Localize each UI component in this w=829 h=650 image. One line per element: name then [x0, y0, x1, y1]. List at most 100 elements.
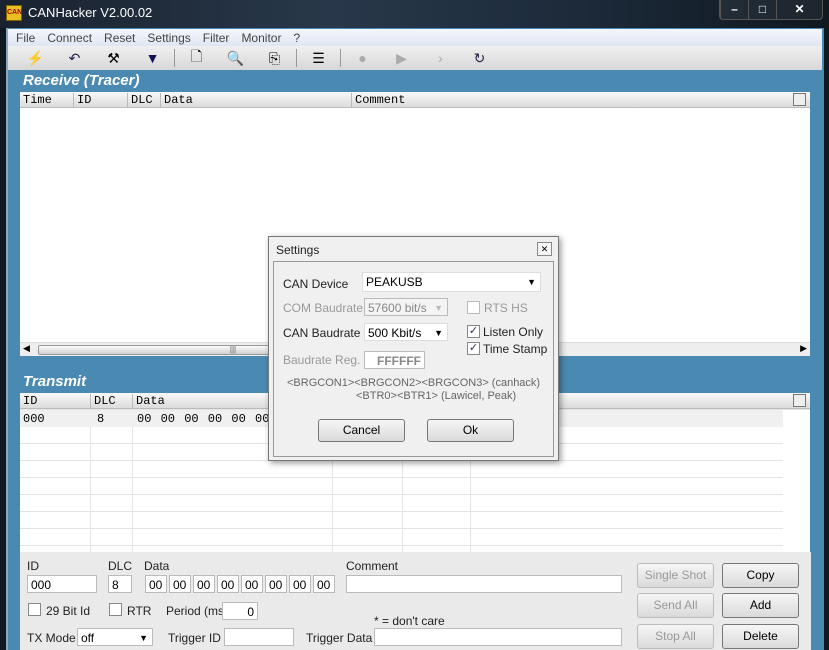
- maximize-icon[interactable]: □: [748, 0, 776, 19]
- col-dlc[interactable]: DLC: [127, 93, 153, 107]
- time-stamp-label: Time Stamp: [483, 342, 548, 356]
- tools-settings-icon[interactable]: ⚒: [94, 50, 133, 67]
- menu-settings[interactable]: Settings: [143, 29, 198, 46]
- baudrate-reg-label: Baudrate Reg.: [283, 353, 361, 367]
- can-device-value: PEAKUSB: [366, 275, 423, 289]
- transmit-title: Transmit: [23, 373, 87, 390]
- play-icon[interactable]: ›: [421, 50, 460, 66]
- txmode-label: TX Mode: [27, 631, 76, 645]
- toolbar-separator: [174, 49, 175, 67]
- can-baudrate-value: 500 Kbit/s: [368, 326, 422, 340]
- list-icon[interactable]: ☰: [299, 50, 338, 67]
- comment-input[interactable]: [346, 575, 622, 593]
- col-id[interactable]: ID: [73, 93, 91, 107]
- chevron-down-icon: ▼: [527, 277, 536, 287]
- copy-button[interactable]: Copy: [722, 563, 799, 588]
- col-id[interactable]: ID: [20, 394, 37, 408]
- trigger-id-label: Trigger ID: [168, 631, 221, 645]
- data-byte-input[interactable]: 00: [313, 575, 335, 593]
- dlc-label: DLC: [108, 559, 133, 573]
- settings-dialog: Settings ✕ CAN Device PEAKUSB ▼ COM Baudr…: [268, 236, 559, 461]
- txmode-value: off: [81, 631, 95, 645]
- 29bit-checkbox[interactable]: [28, 603, 41, 616]
- time-stamp-checkbox[interactable]: ✓: [467, 342, 480, 355]
- col-dlc[interactable]: DLC: [90, 394, 116, 408]
- toolbar: ⚡ ↶ ⚒ ▼ 🗋 🔍 ⎘ ☰ ● ▶ › ↻: [8, 46, 822, 70]
- data-label: Data: [144, 559, 170, 573]
- minimize-icon[interactable]: –: [720, 0, 748, 19]
- menu-monitor[interactable]: Monitor: [237, 29, 289, 46]
- chevron-down-icon: ▼: [139, 633, 148, 643]
- period-input[interactable]: 0: [222, 602, 258, 620]
- data-byte-input[interactable]: 00: [169, 575, 191, 593]
- trigger-data-input[interactable]: [374, 628, 622, 646]
- trigger-id-input[interactable]: [224, 628, 294, 646]
- col-comment[interactable]: Comment: [351, 93, 405, 107]
- rts-hs-checkbox[interactable]: [467, 301, 480, 314]
- lightning-connect-icon[interactable]: ⚡: [16, 50, 55, 67]
- register-hint: <BRGCON1><BRGCON2><BRGCON3> (canhack): [287, 377, 541, 389]
- data-byte-input[interactable]: 00: [289, 575, 311, 593]
- ok-button[interactable]: Ok: [427, 419, 514, 442]
- data-byte-input[interactable]: 00: [241, 575, 263, 593]
- menu-file[interactable]: File: [12, 29, 43, 46]
- rtr-checkbox[interactable]: [109, 603, 122, 616]
- filter-funnel-icon[interactable]: ▼: [133, 50, 172, 66]
- data-byte-input[interactable]: 00: [145, 575, 167, 593]
- stop-all-button[interactable]: Stop All: [637, 624, 714, 649]
- trigger-data-label: Trigger Data: [306, 631, 373, 645]
- can-device-select[interactable]: PEAKUSB ▼: [362, 272, 541, 292]
- column-chooser-icon[interactable]: [793, 93, 806, 106]
- can-baudrate-label: CAN Baudrate: [283, 326, 361, 340]
- new-document-icon[interactable]: 🗋: [177, 46, 216, 70]
- menu-bar: File Connect Reset Settings Filter Monit…: [8, 29, 822, 46]
- id-input[interactable]: 000: [27, 575, 97, 593]
- can-baudrate-select[interactable]: 500 Kbit/s ▼: [364, 323, 448, 341]
- toolbar-separator: [340, 49, 341, 67]
- send-all-button[interactable]: Send All: [637, 593, 714, 618]
- delete-button[interactable]: Delete: [722, 624, 799, 649]
- menu-reset[interactable]: Reset: [100, 29, 143, 46]
- baudrate-reg-input[interactable]: FFFFFF: [364, 351, 425, 369]
- com-baudrate-value: 57600 bit/s: [368, 301, 427, 315]
- undo-reset-icon[interactable]: ↶: [55, 50, 94, 67]
- transmit-form: ID 000 DLC 8 Data 00 00 00 00 00 00 00 0…: [20, 552, 811, 650]
- cancel-button[interactable]: Cancel: [318, 419, 405, 442]
- receive-title: Receive (Tracer): [23, 72, 140, 89]
- comment-label: Comment: [346, 559, 399, 573]
- 29bit-label: 29 Bit Id: [46, 604, 91, 618]
- col-data[interactable]: Data: [160, 93, 193, 107]
- refresh-icon[interactable]: ↻: [460, 50, 499, 67]
- col-time[interactable]: Time: [20, 93, 52, 107]
- listen-only-checkbox[interactable]: ✓: [467, 325, 480, 338]
- single-shot-button[interactable]: Single Shot: [637, 563, 714, 588]
- preview-search-icon[interactable]: 🔍: [216, 50, 255, 67]
- period-label: Period (ms): [166, 604, 229, 618]
- can-device-label: CAN Device: [283, 277, 349, 291]
- row-data: 00 00 00 00 00 00: [137, 412, 270, 426]
- menu-help[interactable]: ?: [289, 29, 308, 46]
- record-icon[interactable]: ●: [343, 50, 382, 66]
- menu-filter[interactable]: Filter: [199, 29, 238, 46]
- scroll-right-icon[interactable]: ▶: [800, 343, 807, 354]
- data-byte-input[interactable]: 00: [265, 575, 287, 593]
- menu-connect[interactable]: Connect: [43, 29, 100, 46]
- copy-icon[interactable]: ⎘: [255, 50, 294, 67]
- row-id: 000: [23, 412, 45, 426]
- txmode-select[interactable]: off ▼: [77, 628, 153, 646]
- column-chooser-icon[interactable]: [793, 394, 806, 407]
- row-dlc: 8: [97, 412, 105, 426]
- close-icon[interactable]: ✕: [537, 242, 552, 256]
- dont-care-note: * = don't care: [374, 614, 445, 628]
- play-step-icon[interactable]: ▶: [382, 50, 421, 67]
- scroll-left-icon[interactable]: ◀: [23, 343, 30, 354]
- col-data[interactable]: Data: [132, 394, 165, 408]
- data-byte-input[interactable]: 00: [193, 575, 215, 593]
- dlc-input[interactable]: 8: [108, 575, 132, 593]
- data-byte-input[interactable]: 00: [217, 575, 239, 593]
- close-icon[interactable]: ✕: [776, 0, 822, 19]
- add-button[interactable]: Add: [722, 593, 799, 618]
- toolbar-separator: [296, 49, 297, 67]
- rts-hs-label: RTS HS: [484, 301, 528, 315]
- com-baudrate-select[interactable]: 57600 bit/s ▼: [364, 298, 448, 316]
